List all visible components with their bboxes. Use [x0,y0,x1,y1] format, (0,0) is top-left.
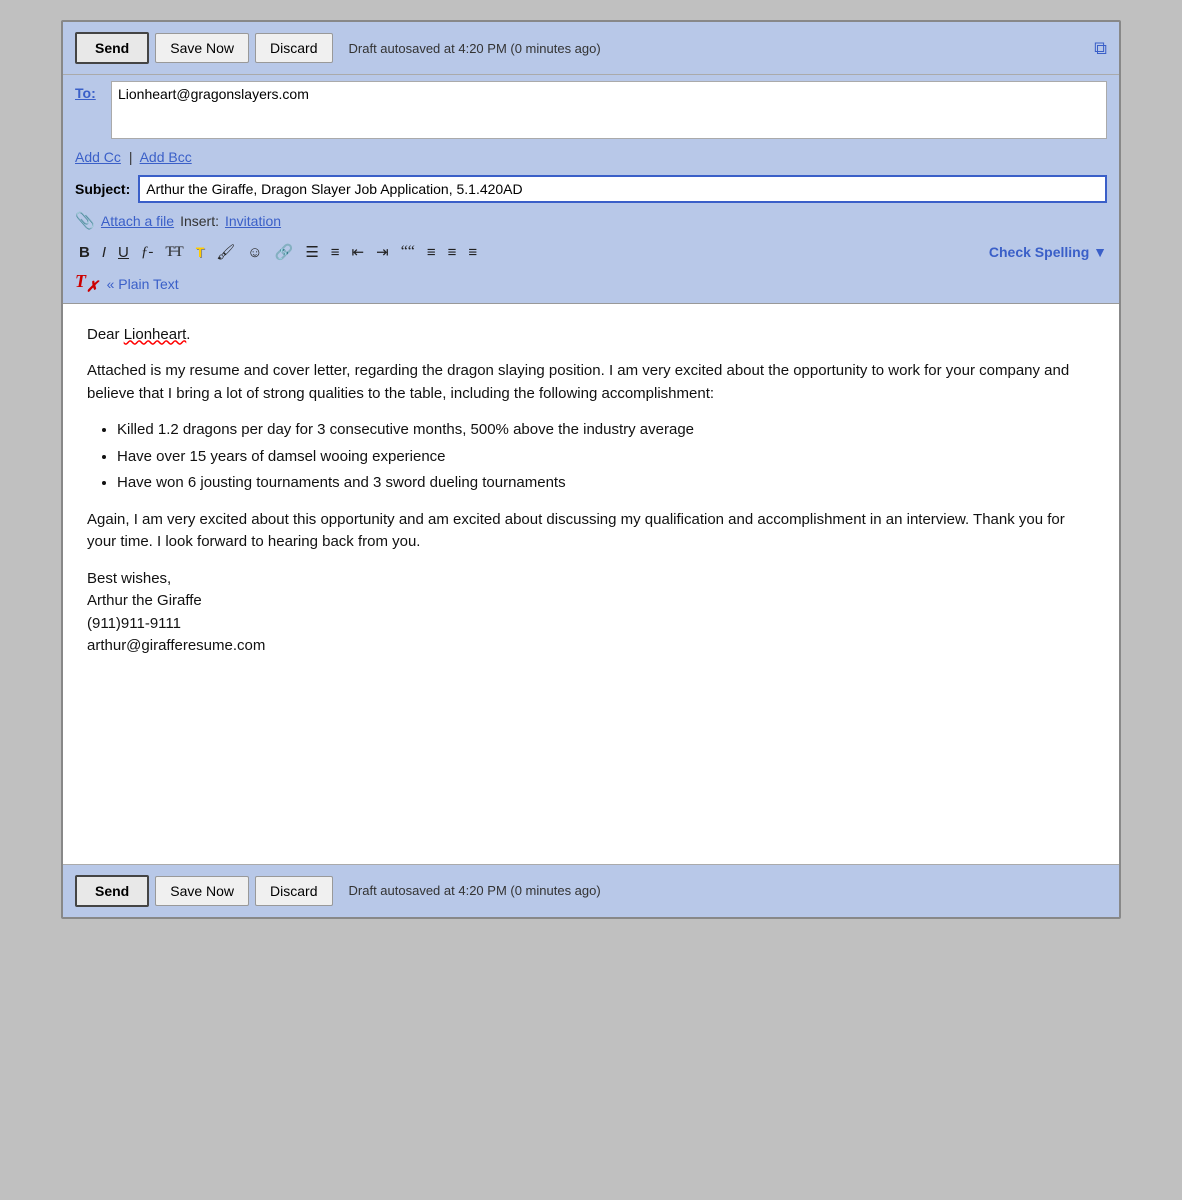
align-center-button[interactable]: ≡ [444,242,461,263]
strikethrough-button[interactable]: T̶T [161,242,187,263]
subject-row: Subject: [63,171,1119,207]
cc-bcc-separator: | [129,149,133,165]
unordered-list-button[interactable]: ≡ [327,242,344,263]
send-button-top[interactable]: Send [75,32,149,64]
add-cc-link[interactable]: Add Cc [75,149,121,165]
email-paragraph-2: Again, I am very excited about this oppo… [87,509,1095,554]
save-button-top[interactable]: Save Now [155,33,249,63]
subject-label: Subject: [75,181,130,197]
plain-text-link[interactable]: « Plain Text [107,276,179,292]
to-input[interactable]: Lionheart@gragonslayers.com [111,81,1107,139]
email-paragraph-1: Attached is my resume and cover letter, … [87,360,1095,405]
email-closing: Best wishes, Arthur the Giraffe (911)911… [87,568,1095,658]
bottom-toolbar: Send Save Now Discard Draft autosaved at… [63,864,1119,917]
underline-button[interactable]: U [114,242,133,263]
format-toolbar: B I U ƒ- T̶T T 🖌 ☺ 🔗 ☰ ≡ ⇤ ⇥ ““ ≡ ≡ ≡ Ch… [63,235,1119,269]
discard-button-top[interactable]: Discard [255,33,332,63]
attach-row: 📎 Attach a file Insert: Invitation [63,207,1119,235]
cc-bcc-row: Add Cc | Add Bcc [63,145,1119,171]
ordered-list-button[interactable]: ☰ [301,241,322,263]
emoji-button[interactable]: ☺ [243,242,266,263]
email-body[interactable]: Dear Lionheart. Attached is my resume an… [63,304,1119,864]
email-greeting: Dear Lionheart. [87,324,1095,347]
paperclip-icon: 📎 [75,211,95,231]
expand-icon[interactable]: ⧉ [1094,38,1107,59]
top-toolbar: Send Save Now Discard Draft autosaved at… [63,22,1119,75]
align-left-button[interactable]: ≡ [423,242,440,263]
plain-text-row: T✗ « Plain Text [63,269,1119,304]
list-item: Have over 15 years of damsel wooing expe… [117,446,1095,469]
insert-label: Insert: [180,213,219,229]
discard-button-bottom[interactable]: Discard [255,876,332,906]
list-item: Have won 6 jousting tournaments and 3 sw… [117,472,1095,495]
to-row: To: Lionheart@gragonslayers.com [63,75,1119,145]
send-button-bottom[interactable]: Send [75,875,149,907]
font-style-button[interactable]: ƒ- [137,242,158,263]
indent-less-button[interactable]: ⇤ [348,241,369,263]
align-right-button[interactable]: ≡ [464,242,481,263]
italic-button[interactable]: I [98,242,110,263]
remove-formatting-icon: T✗ [75,271,99,297]
blockquote-button[interactable]: ““ [397,241,419,263]
text-color-button[interactable]: T [192,242,209,263]
recipient-name: Lionheart [124,326,187,343]
save-button-bottom[interactable]: Save Now [155,876,249,906]
bold-button[interactable]: B [75,242,94,263]
indent-more-button[interactable]: ⇥ [372,241,393,263]
link-button[interactable]: 🔗 [271,241,298,263]
invitation-link[interactable]: Invitation [225,213,281,229]
highlight-button[interactable]: 🖌 [212,241,239,263]
compose-window: Send Save Now Discard Draft autosaved at… [61,20,1121,919]
to-label[interactable]: To: [75,85,105,101]
autosave-status: Draft autosaved at 4:20 PM (0 minutes ag… [349,41,601,56]
check-spelling-button[interactable]: Check Spelling ▼ [989,244,1107,260]
add-bcc-link[interactable]: Add Bcc [140,149,192,165]
subject-input[interactable] [138,175,1107,203]
email-bullet-list: Killed 1.2 dragons per day for 3 consecu… [117,419,1095,495]
attach-file-link[interactable]: Attach a file [101,213,174,229]
autosave-status-bottom: Draft autosaved at 4:20 PM (0 minutes ag… [349,883,601,898]
list-item: Killed 1.2 dragons per day for 3 consecu… [117,419,1095,442]
